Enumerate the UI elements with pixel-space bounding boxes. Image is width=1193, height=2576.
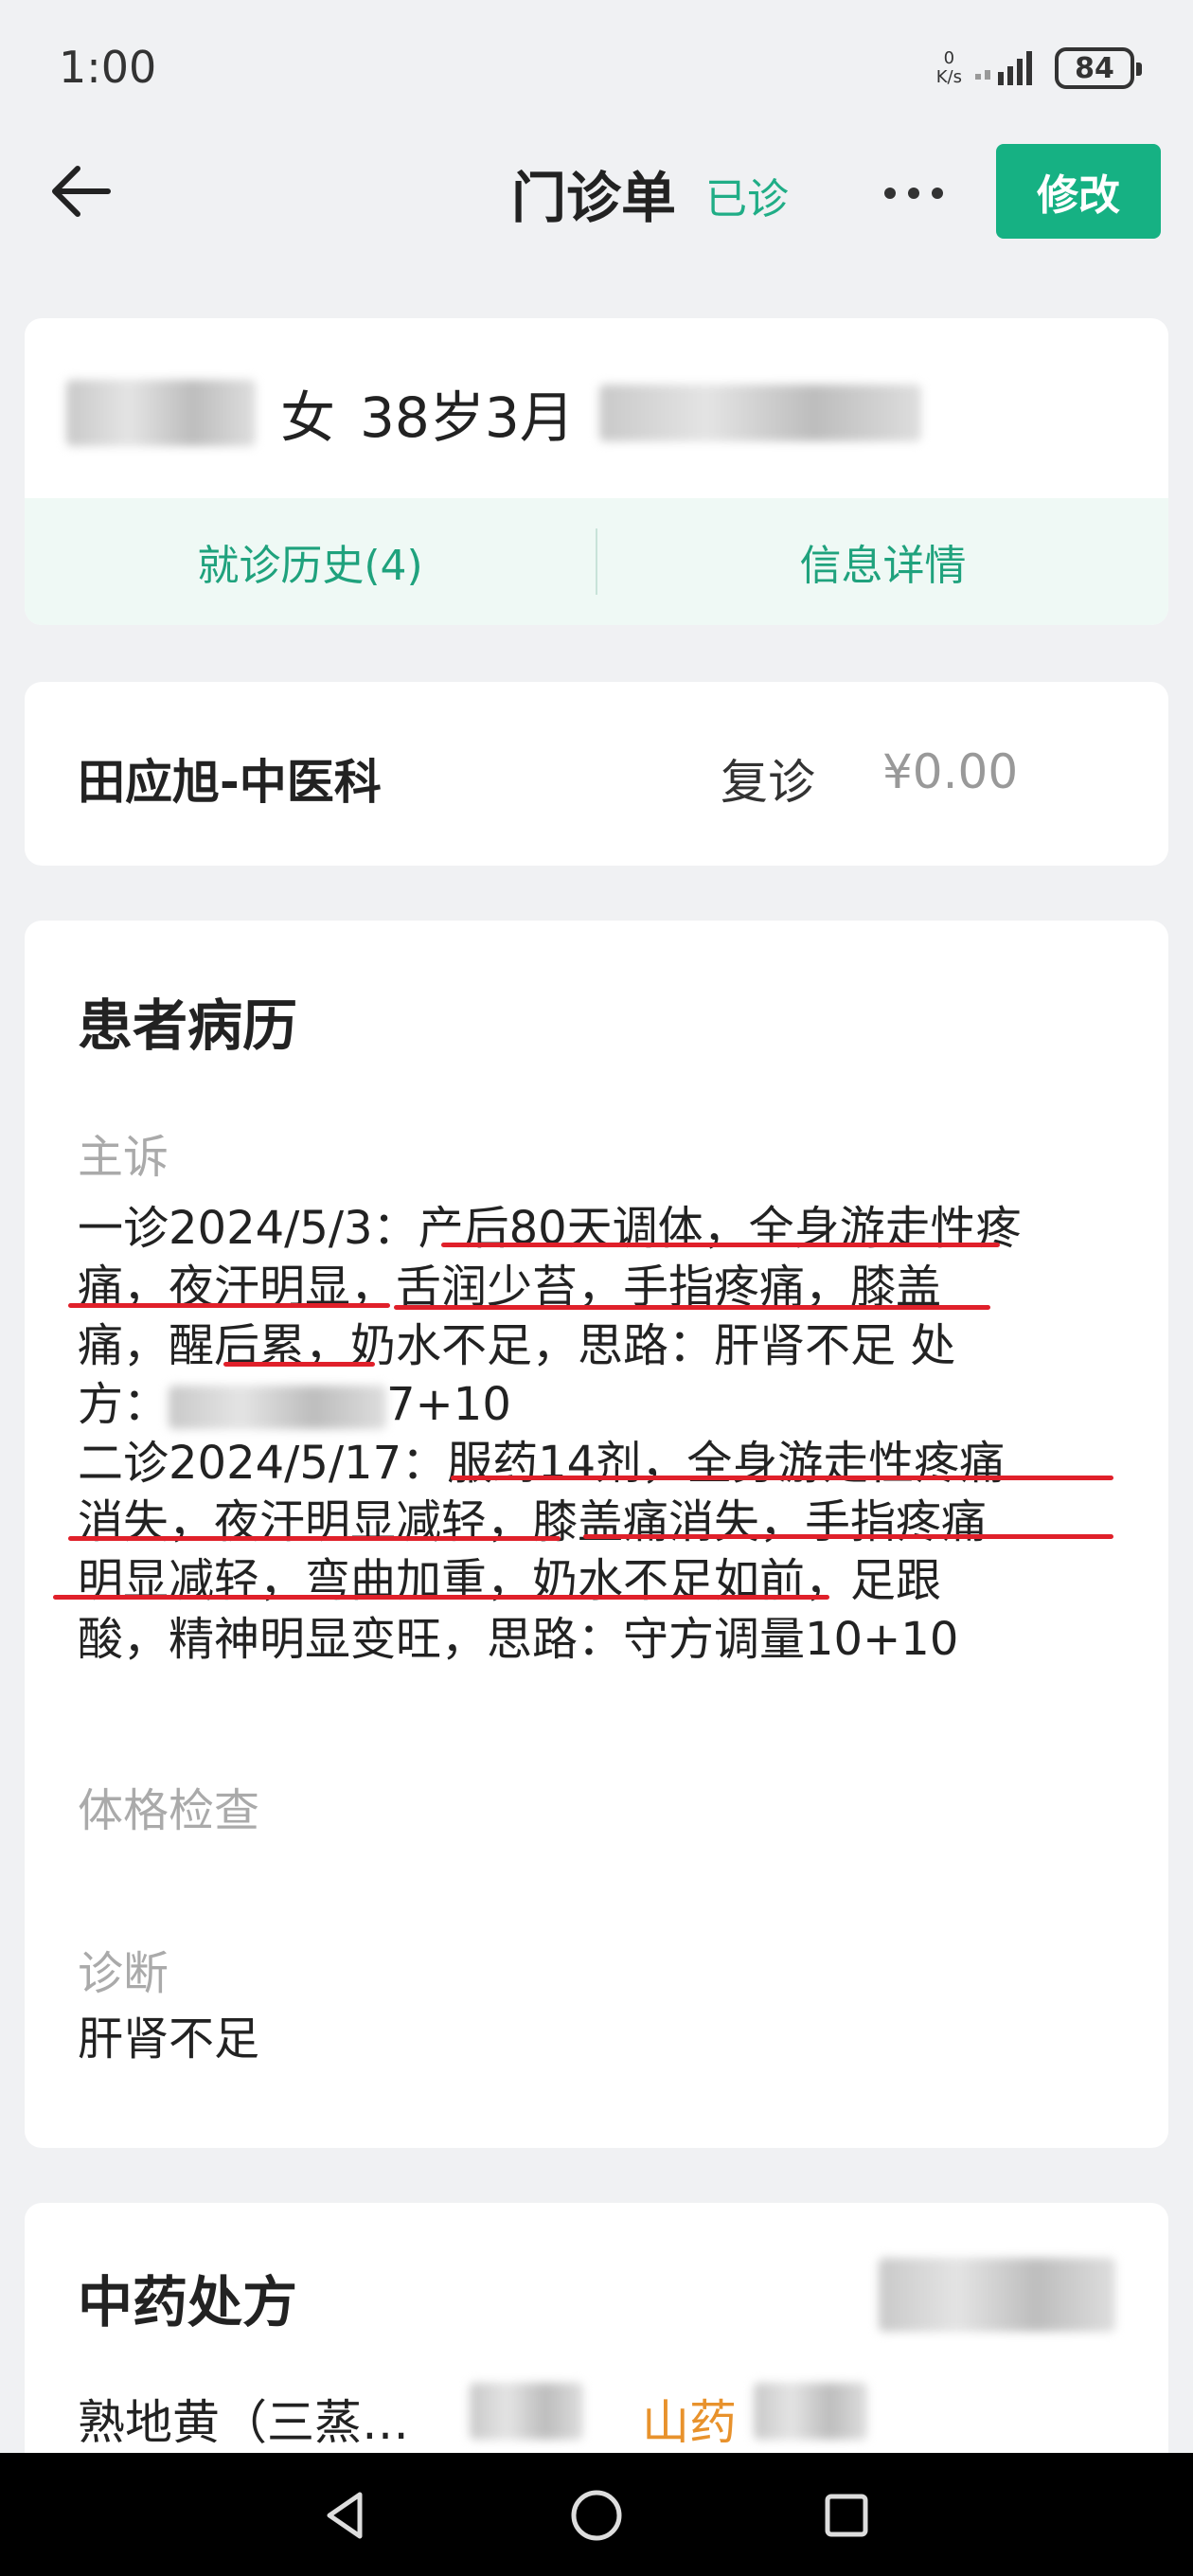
edit-button[interactable]: 修改 [996,144,1161,239]
system-nav-bar [0,2453,1193,2576]
tab-visit-history[interactable]: 就诊历史(4) [25,531,596,592]
medical-record-card: 患者病历 主诉 一诊2024/5/3：产后80天调体，全身游走性疼 痛，夜汗明显… [25,921,1168,2148]
signal-icon [975,51,1032,85]
patient-card: 女 38岁3月 就诊历史(4) 信息详情 [25,318,1168,625]
physical-exam-label: 体格检查 [78,1784,260,1837]
herb-item-highlighted: 山药 [642,2395,737,2450]
patient-age: 38岁3月 [360,385,575,450]
prescription-name-redacted [169,1386,387,1429]
app-header: 门诊单 已诊 修改 [0,133,1193,252]
complaint-line-suffix: 7+10 [386,1378,511,1431]
square-recent-icon[interactable] [818,2487,875,2544]
patient-phone-redacted [598,385,921,441]
complaint-line: 一诊2024/5/3：产后80天调体，全身游走性疼 [78,1202,1022,1255]
diagnosis-value: 肝肾不足 [78,2012,260,2066]
patient-gender: 女 [280,385,336,450]
triangle-back-icon[interactable] [318,2487,375,2544]
patient-info-line: 女 38岁3月 [66,373,921,453]
back-arrow-icon[interactable] [47,157,116,225]
visit-info-card: 田应旭-中医科 复诊 ¥0.00 [25,682,1168,866]
red-underline [583,1534,1113,1539]
visit-type: 复诊 [721,755,815,810]
patient-name-redacted [66,380,256,446]
network-speed-unit: K/s [935,67,962,87]
red-underline [441,1243,1000,1247]
battery-icon: 84 [1055,47,1142,89]
complaint-line: 消失，夜汗明显减轻，膝盖痛消失，手指疼痛 [78,1495,988,1548]
herb-dose-redacted [470,2383,583,2440]
red-underline [394,1305,990,1310]
status-bar: 1:00 0 K/s 84 [0,0,1193,133]
red-underline [53,1595,829,1600]
diagnosis-label: 诊断 [78,1947,169,2000]
patient-tabs: 就诊历史(4) 信息详情 [25,498,1168,625]
doctor-department: 田应旭-中医科 [78,755,382,810]
record-title: 患者病历 [78,993,298,1058]
red-underline [223,1362,375,1367]
network-speed-value: 0 [943,48,955,68]
herb-dose-redacted [754,2383,867,2440]
red-underline [451,1476,1113,1480]
complaint-line: 酸，精神明显变旺，思路：守方调量10+10 [78,1613,959,1666]
circle-home-icon[interactable] [568,2487,625,2544]
network-speed: 0 K/s [936,49,962,87]
red-underline [68,1536,561,1541]
tab-info-details[interactable]: 信息详情 [597,531,1168,592]
complaint-line-with-redaction: 方： 7+10 [78,1375,1138,1434]
prescription-info-redacted [879,2258,1115,2332]
visit-status-tag: 已诊 [705,175,789,224]
more-dots-icon[interactable] [881,184,947,203]
herb-item: 熟地黄（三蒸… [78,2395,409,2450]
page-title: 门诊单 [511,166,677,230]
status-indicators: 0 K/s 84 [936,42,1142,95]
complaint-line-prefix: 方： [78,1378,169,1431]
complaint-line: 二诊2024/5/17：服药14剂，全身游走性疼痛 [78,1437,1006,1490]
visit-fee: ¥0.00 [882,744,1019,799]
complaint-label: 主诉 [78,1131,169,1184]
complaint-line: 明显减轻，弯曲加重，奶水不足如前，足跟 [78,1554,942,1607]
battery-level: 84 [1075,51,1114,85]
red-underline [68,1303,390,1308]
status-time: 1:00 [59,42,157,93]
prescription-title: 中药处方 [78,2270,298,2334]
